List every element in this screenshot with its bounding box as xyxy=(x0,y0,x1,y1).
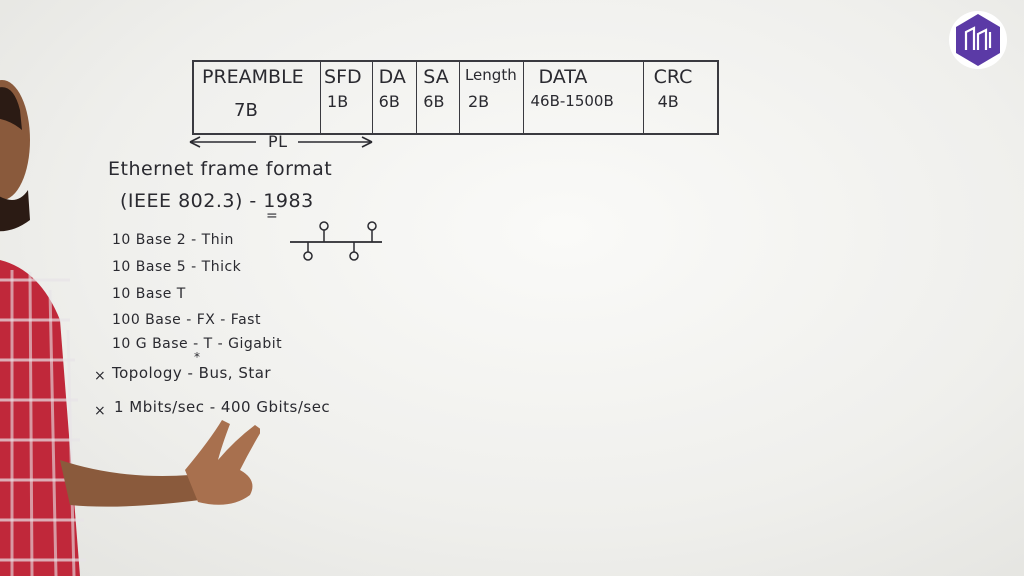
field-size: 1B xyxy=(327,92,349,111)
pl-label: PL xyxy=(268,132,288,151)
bus-topology-sketch xyxy=(290,221,382,261)
presenter xyxy=(0,80,260,576)
table-cell-length: Length 2B xyxy=(460,62,525,133)
table-cell-sfd: SFD 1B xyxy=(321,62,373,133)
underline-mark: = xyxy=(266,208,279,224)
field-name: SA xyxy=(423,66,449,88)
field-size: 4B xyxy=(657,92,679,111)
field-size: 6B xyxy=(423,92,445,111)
table-cell-da: DA 6B xyxy=(373,62,418,133)
field-size: 2B xyxy=(467,92,490,111)
frame-format-table: PREAMBLE 7B SFD 1B DA 6B SA 6B Length 2B… xyxy=(192,60,719,135)
field-size: 6B xyxy=(378,92,400,111)
field-name: DA xyxy=(378,66,406,88)
brand-logo-icon xyxy=(949,11,1007,69)
table-cell-crc: CRC 4B xyxy=(644,62,717,133)
table-cell-sa: SA 6B xyxy=(417,62,460,133)
field-name: DATA xyxy=(538,66,588,88)
field-name: CRC xyxy=(653,66,693,88)
table-cell-data: DATA 46B-1500B xyxy=(524,62,644,133)
field-name: Length xyxy=(464,66,517,84)
field-size: 46B-1500B xyxy=(530,92,614,110)
field-name: SFD xyxy=(324,66,362,88)
